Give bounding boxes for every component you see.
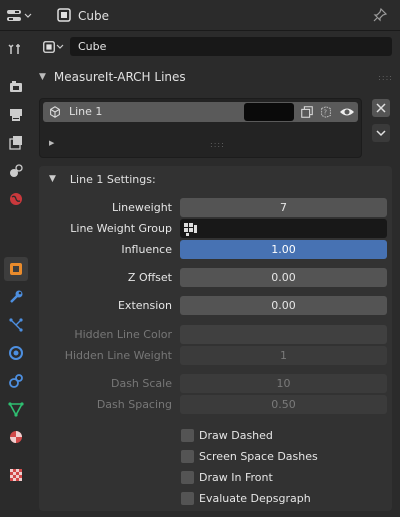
header-object-name: Cube [78,9,109,23]
z-offset-label: Z Offset [127,271,172,284]
mesh-data-icon [8,402,24,417]
tool-icon [8,44,20,54]
chevron-down-icon [56,44,64,49]
panel-header-measureit-lines[interactable]: ▼ MeasureIt-ARCH Lines :::: [35,65,397,89]
eye-icon[interactable] [339,105,355,119]
panel-title: MeasureIt-ARCH Lines [53,70,186,84]
checkbox-box[interactable] [181,491,194,505]
constraints-icon [9,374,23,388]
specials-menu-button[interactable] [372,124,390,142]
hidden-line-color-swatch[interactable] [180,325,387,344]
object-name-field[interactable]: Cube [70,37,392,56]
cube-icon [50,106,60,118]
editor-type-selector[interactable] [6,6,42,26]
view-layer-icon [9,136,22,150]
hidden-line-weight-label: Hidden Line Weight [64,349,172,362]
drag-handle-icon[interactable]: :::: [378,73,393,82]
checkbox-label: Screen Space Dashes [199,449,318,463]
checkbox-box[interactable] [181,449,194,463]
checkbox-box[interactable] [181,470,194,484]
tab-material[interactable] [4,425,28,449]
texture-icon [10,469,22,481]
output-icon [10,109,22,121]
object-data-selector[interactable] [39,37,67,56]
render-icon [10,81,22,92]
tab-modifiers[interactable] [4,285,28,309]
line-settings-title: Line 1 Settings: [69,172,156,186]
lineweight-label: Lineweight [111,201,172,214]
checkbox-label: Draw In Front [199,470,273,484]
influence-label: Influence [121,243,172,256]
remove-line-button[interactable] [372,99,390,117]
hidden-line-weight-field[interactable]: 1 [180,346,387,365]
chevron-down-icon: ▼ [39,72,46,82]
close-icon [376,103,386,113]
dash-scale-label: Dash Scale [110,377,172,390]
list-expand-icon[interactable]: ▶ [49,139,54,147]
tab-data[interactable] [4,397,28,421]
chevron-down-icon: ▼ [49,174,56,184]
properties-editor-icon [7,10,21,21]
object-icon [56,7,72,23]
chevron-down-icon [376,130,386,137]
tab-render[interactable] [4,75,28,99]
checkbox-label: Evaluate Depsgraph [199,491,311,505]
vertex-group-icon [184,222,197,236]
line-weight-group-label: Line Weight Group [70,222,172,235]
tab-object[interactable] [4,257,28,281]
tab-output[interactable] [4,103,28,127]
extension-field[interactable]: 0.00 [180,296,387,315]
chevron-down-icon [24,13,32,18]
list-resize-handle-icon[interactable]: :::: [210,140,225,149]
lines-list: Line 1 ? ▶ :::: [39,98,362,158]
hidden-line-color-label: Hidden Line Color [74,328,172,341]
tab-particles[interactable] [4,313,28,337]
draw-dashed-checkbox[interactable]: Draw Dashed [181,427,273,443]
evaluate-depsgraph-checkbox[interactable]: Evaluate Depsgraph [181,490,311,506]
line-weight-group-field[interactable] [180,219,387,238]
dash-spacing-label: Dash Spacing [96,398,172,411]
tab-scene[interactable] [4,159,28,183]
line-settings-header[interactable]: ▼ Line 1 Settings: [39,166,392,192]
pin-icon[interactable] [372,7,390,25]
properties-tab-bar [0,31,32,517]
physics-icon [9,346,23,360]
scene-icon [10,164,23,177]
svg-text:?: ? [323,109,327,117]
checkbox-box[interactable] [181,428,194,442]
tab-view-layer[interactable] [4,131,28,155]
tab-physics[interactable] [4,341,28,365]
draw-in-front-checkbox[interactable]: Draw In Front [181,469,273,485]
extension-label: Extension [117,299,172,312]
lineweight-field[interactable]: 7 [180,198,387,217]
tab-tool[interactable] [4,37,28,61]
properties-main: Cube ▼ MeasureIt-ARCH Lines :::: Line 1 … [32,31,400,517]
material-icon [10,431,22,443]
line-color-swatch[interactable] [244,103,294,121]
object-icon [10,263,22,275]
z-offset-field[interactable]: 0.00 [180,268,387,287]
screen-space-dashes-checkbox[interactable]: Screen Space Dashes [181,448,318,464]
world-icon [10,193,22,205]
object-icon [43,40,55,53]
tab-texture[interactable] [4,463,28,487]
duplicate-icon[interactable] [300,105,314,119]
properties-header: Cube [0,0,400,31]
object-name-text: Cube [78,40,107,53]
influence-slider[interactable]: 1.00 [180,240,387,259]
tab-constraints[interactable] [4,369,28,393]
list-item-name: Line 1 [69,105,103,118]
dash-spacing-field[interactable]: 0.50 [180,395,387,414]
random-dice-icon[interactable]: ? [319,105,333,119]
dash-scale-field[interactable]: 10 [180,374,387,393]
list-item[interactable]: Line 1 ? [43,102,358,122]
tab-world[interactable] [4,187,28,211]
checkbox-label: Draw Dashed [199,428,273,442]
particles-icon [9,318,23,332]
wrench-icon [10,290,23,303]
